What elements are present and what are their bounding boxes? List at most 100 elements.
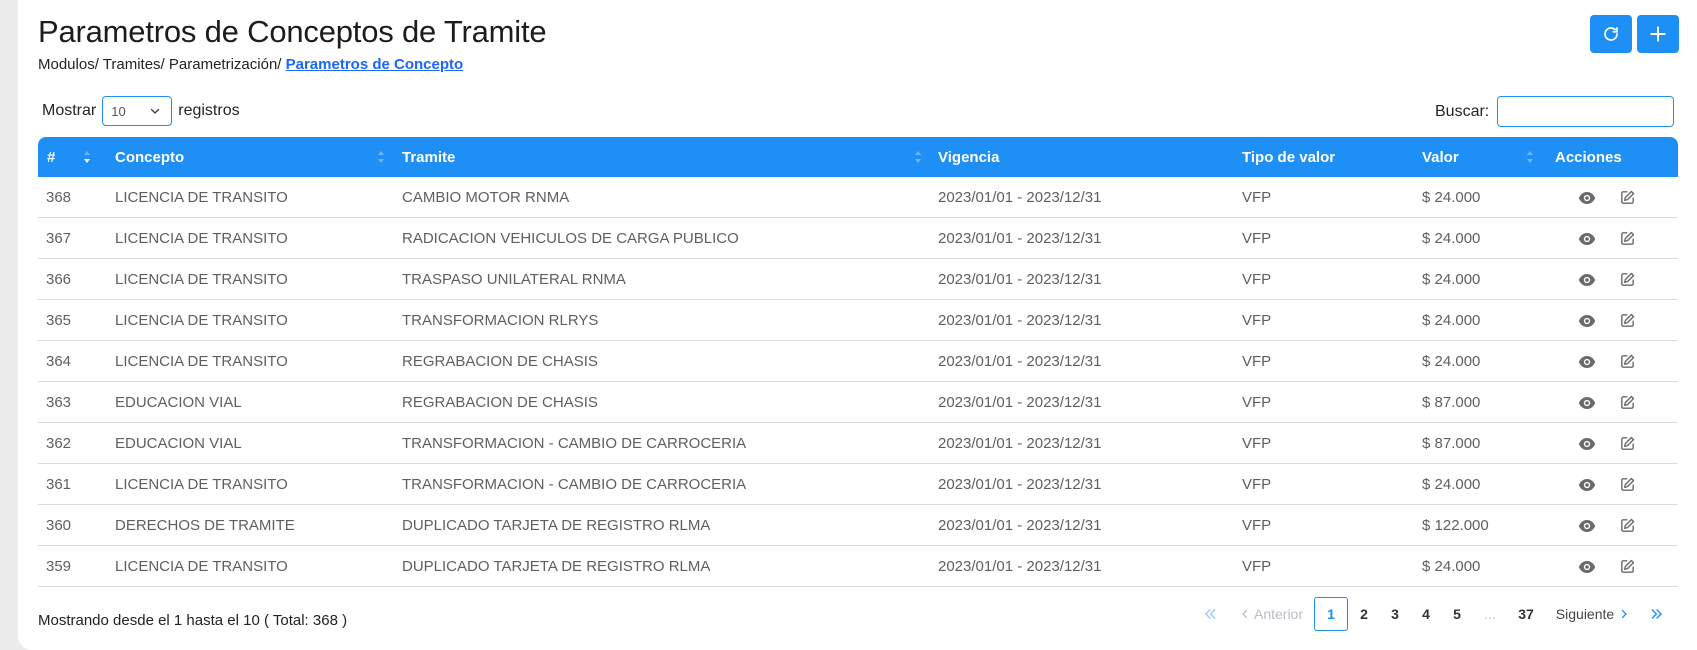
chevron-left-icon xyxy=(1242,609,1248,619)
header-valor[interactable]: Valor xyxy=(1422,137,1459,177)
view-eye-icon[interactable] xyxy=(1578,189,1596,207)
cell-concepto: LICENCIA DE TRANSITO xyxy=(115,230,288,247)
header-concepto[interactable]: Concepto xyxy=(115,137,184,177)
cell-id: 366 xyxy=(46,271,72,288)
edit-icon[interactable] xyxy=(1619,476,1637,494)
table-info: Mostrando desde el 1 hasta el 10 ( Total… xyxy=(38,612,348,629)
view-eye-icon[interactable] xyxy=(1578,517,1596,535)
first-page-icon[interactable] xyxy=(1198,597,1222,631)
chevron-right-icon xyxy=(1622,609,1628,619)
cell-concepto: LICENCIA DE TRANSITO xyxy=(115,312,288,329)
sort-icon[interactable] xyxy=(914,150,922,164)
last-page-icon[interactable] xyxy=(1645,597,1669,631)
length-select[interactable]: 10 xyxy=(102,96,173,126)
page-5[interactable]: 5 xyxy=(1445,597,1469,631)
view-eye-icon[interactable] xyxy=(1578,312,1596,330)
edit-icon[interactable] xyxy=(1619,312,1637,330)
sort-icon[interactable] xyxy=(1526,150,1534,164)
cell-id: 361 xyxy=(46,476,72,493)
table-row: 361 LICENCIA DE TRANSITO TRANSFORMACION - … xyxy=(38,464,1678,505)
breadcrumb-item-tramites[interactable]: Tramites/ xyxy=(103,56,165,73)
prev-label: Anterior xyxy=(1253,606,1304,622)
header-vigencia[interactable]: Vigencia xyxy=(938,137,999,177)
cell-vigencia: 2023/01/01 - 2023/12/31 xyxy=(938,558,1102,575)
prev-page-button[interactable]: Anterior xyxy=(1236,597,1306,631)
table-row: 359 LICENCIA DE TRANSITO DUPLICADO TARJETA… xyxy=(38,546,1678,587)
cell-tipo-valor: VFP xyxy=(1242,189,1272,206)
edit-icon[interactable] xyxy=(1619,394,1637,412)
next-page-button[interactable]: Siguiente xyxy=(1553,597,1633,631)
cell-valor: $ 24.000 xyxy=(1422,353,1481,370)
sort-icon[interactable] xyxy=(377,150,385,164)
cell-id: 362 xyxy=(46,435,72,452)
view-eye-icon[interactable] xyxy=(1578,476,1596,494)
edit-icon[interactable] xyxy=(1619,271,1637,289)
cell-tipo-valor: VFP xyxy=(1242,230,1272,247)
search-input[interactable] xyxy=(1497,96,1675,127)
cell-concepto: DERECHOS DE TRAMITE xyxy=(115,517,295,534)
cell-valor: $ 24.000 xyxy=(1422,476,1481,493)
cell-concepto: EDUCACION VIAL xyxy=(115,394,242,411)
table-header: # Concepto Tramite Vigencia Tipo de valo… xyxy=(38,137,1678,177)
page-3[interactable]: 3 xyxy=(1383,597,1407,631)
view-eye-icon[interactable] xyxy=(1578,558,1596,576)
breadcrumb-item-parametrizacion[interactable]: Parametrización/ xyxy=(169,56,282,73)
plus-icon xyxy=(1650,26,1666,42)
cell-concepto: LICENCIA DE TRANSITO xyxy=(115,476,288,493)
edit-icon[interactable] xyxy=(1619,558,1637,576)
chevron-down-icon xyxy=(151,108,160,114)
page-37[interactable]: 37 xyxy=(1512,597,1540,631)
cell-vigencia: 2023/01/01 - 2023/12/31 xyxy=(938,230,1102,247)
breadcrumb-item-active[interactable]: Parametros de Concepto xyxy=(286,56,464,73)
page-1[interactable]: 1 xyxy=(1314,597,1348,631)
cell-tipo-valor: VFP xyxy=(1242,558,1272,575)
page-2[interactable]: 2 xyxy=(1352,597,1376,631)
cell-tramite: TRANSFORMACION RLRYS xyxy=(402,312,599,329)
refresh-button[interactable] xyxy=(1590,15,1632,53)
table-row: 363 EDUCACION VIAL REGRABACION DE CHASIS 20… xyxy=(38,382,1678,423)
cell-valor: $ 24.000 xyxy=(1422,312,1481,329)
length-suffix: registros xyxy=(178,102,240,119)
view-eye-icon[interactable] xyxy=(1578,394,1596,412)
cell-tipo-valor: VFP xyxy=(1242,394,1272,411)
refresh-icon xyxy=(1604,27,1618,41)
cell-tipo-valor: VFP xyxy=(1242,312,1272,329)
header-tipo-valor[interactable]: Tipo de valor xyxy=(1242,137,1335,177)
cell-vigencia: 2023/01/01 - 2023/12/31 xyxy=(938,517,1102,534)
edit-icon[interactable] xyxy=(1619,189,1637,207)
cell-tramite: TRASPASO UNILATERAL RNMA xyxy=(402,271,626,288)
cell-valor: $ 24.000 xyxy=(1422,189,1481,206)
cell-tramite: DUPLICADO TARJETA DE REGISTRO RLMA xyxy=(402,517,711,534)
next-label: Siguiente xyxy=(1555,606,1615,622)
view-eye-icon[interactable] xyxy=(1578,271,1596,289)
cell-vigencia: 2023/01/01 - 2023/12/31 xyxy=(938,353,1102,370)
view-eye-icon[interactable] xyxy=(1578,353,1596,371)
cell-tramite: TRANSFORMACION - CAMBIO DE CARROCERIA xyxy=(402,476,747,493)
view-eye-icon[interactable] xyxy=(1578,230,1596,248)
cell-tramite: REGRABACION DE CHASIS xyxy=(402,353,598,370)
edit-icon[interactable] xyxy=(1619,517,1637,535)
header-tramite[interactable]: Tramite xyxy=(402,137,455,177)
cell-concepto: EDUCACION VIAL xyxy=(115,435,242,452)
cell-vigencia: 2023/01/01 - 2023/12/31 xyxy=(938,435,1102,452)
page-4[interactable]: 4 xyxy=(1414,597,1438,631)
cell-id: 367 xyxy=(46,230,72,247)
page-title: Parametros de Conceptos de Tramite xyxy=(38,14,547,49)
cell-id: 359 xyxy=(46,558,72,575)
cell-tipo-valor: VFP xyxy=(1242,353,1272,370)
search-label: Buscar: xyxy=(1435,102,1490,120)
breadcrumb-item-modulos[interactable]: Modulos/ xyxy=(38,56,99,73)
edit-icon[interactable] xyxy=(1619,435,1637,453)
sort-desc-icon[interactable] xyxy=(83,150,91,164)
cell-tramite: RADICACION VEHICULOS DE CARGA PUBLICO xyxy=(402,230,739,247)
cell-tramite: CAMBIO MOTOR RNMA xyxy=(402,189,570,206)
edit-icon[interactable] xyxy=(1619,230,1637,248)
view-eye-icon[interactable] xyxy=(1578,435,1596,453)
cell-vigencia: 2023/01/01 - 2023/12/31 xyxy=(938,394,1102,411)
header-id[interactable]: # xyxy=(47,137,55,177)
cell-vigencia: 2023/01/01 - 2023/12/31 xyxy=(938,476,1102,493)
add-button[interactable] xyxy=(1637,15,1679,53)
cell-valor: $ 87.000 xyxy=(1422,394,1481,411)
edit-icon[interactable] xyxy=(1619,353,1637,371)
table-row: 362 EDUCACION VIAL TRANSFORMACION - CAMBIO… xyxy=(38,423,1678,464)
